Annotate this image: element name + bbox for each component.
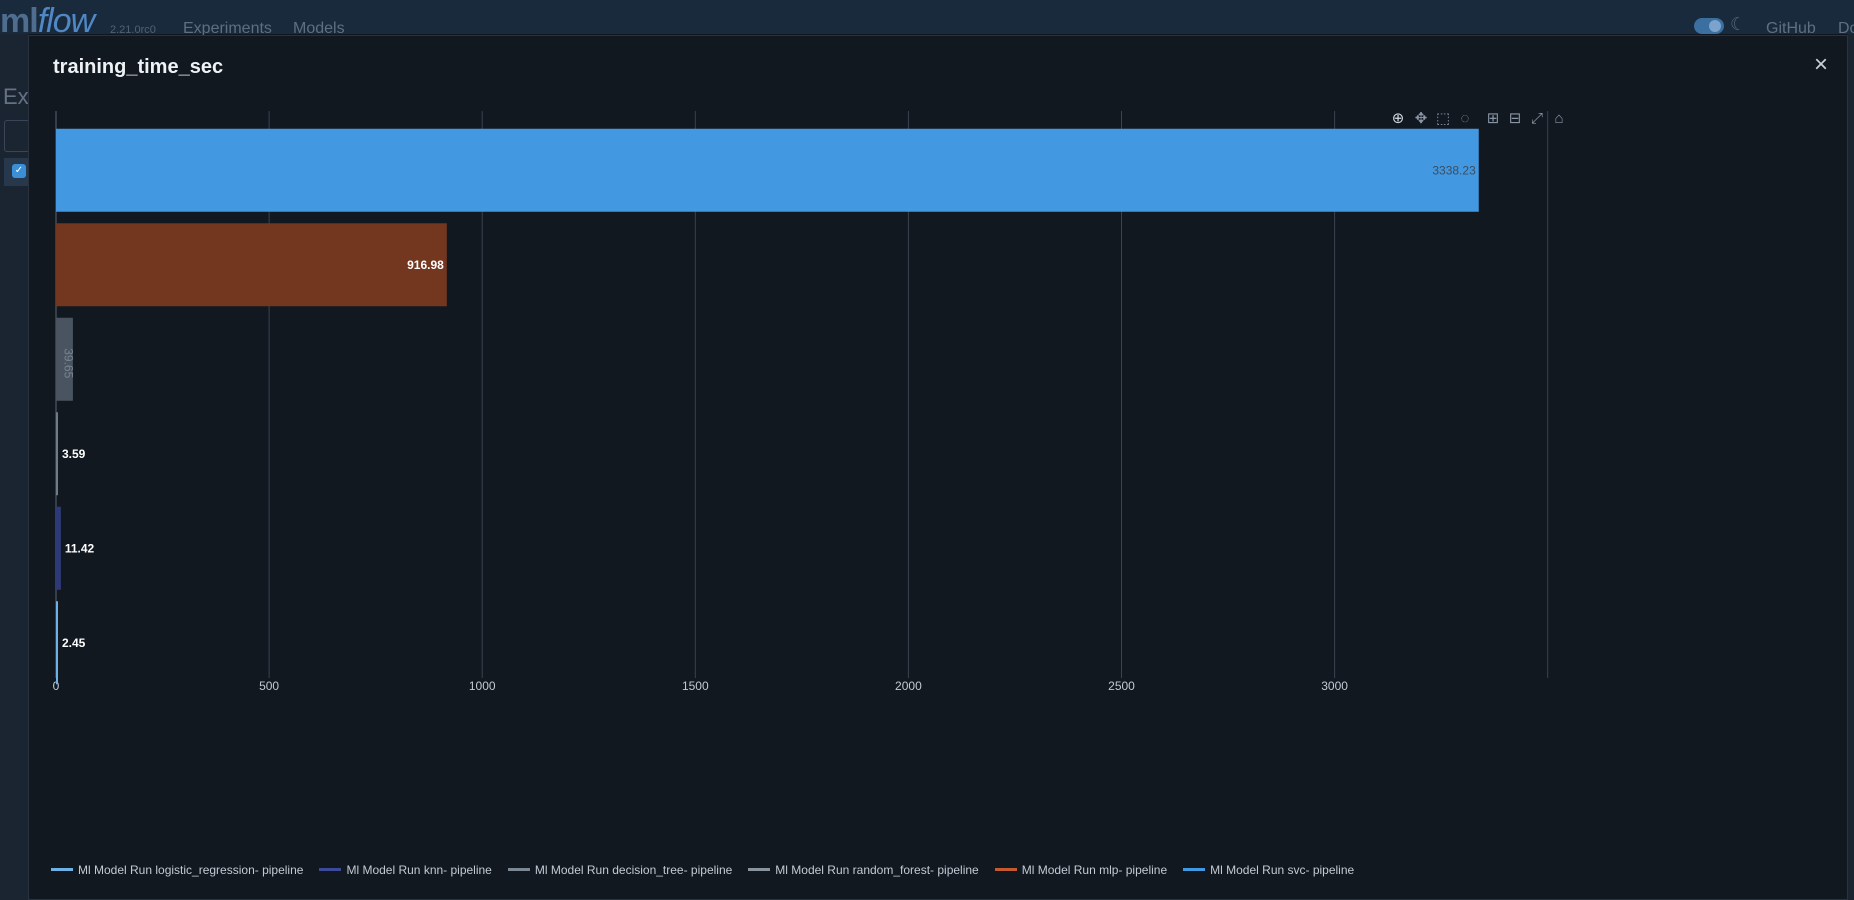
legend-label: Ml Model Run decision_tree- pipeline <box>534 862 733 877</box>
moon-icon: ☾ <box>1730 14 1747 34</box>
bar-value-label: 2.45 <box>62 636 86 650</box>
legend-label: Ml Model Run svc- pipeline <box>1210 862 1355 877</box>
legend-item[interactable]: Ml Model Run knn- pipeline <box>319 862 492 877</box>
legend-item[interactable]: Ml Model Run logistic_regression- pipeli… <box>51 863 303 877</box>
bar-value-label: 3.59 <box>62 447 86 461</box>
x-tick-label: 1500 <box>682 679 709 693</box>
legend-swatch <box>1183 868 1206 871</box>
legend-swatch <box>319 868 342 871</box>
bar[interactable] <box>56 223 447 307</box>
legend-swatch <box>748 868 771 871</box>
legend-label: Ml Model Run logistic_regression- pipeli… <box>78 862 304 877</box>
bar-chart[interactable]: 0 500 1000 1500 2000 2500 30003338.23916.9839.… <box>29 36 1849 836</box>
legend-item[interactable]: Ml Model Run decision_tree- pipeline <box>507 862 733 877</box>
theme-toggle[interactable] <box>1694 18 1724 34</box>
app-header: mlflow 2.21.0rc0 Experiments Models ☾ Gi… <box>0 0 1854 40</box>
legend-item[interactable]: Ml Model Run svc- pipeline <box>1183 863 1354 877</box>
bar[interactable] <box>56 412 58 496</box>
legend-item[interactable]: Ml Model Run random_forest- pipeline <box>748 862 979 877</box>
x-tick-label: 2500 <box>1108 679 1135 693</box>
search-input[interactable] <box>4 120 30 152</box>
checkbox-checked-icon[interactable]: ✓ <box>12 164 26 178</box>
bar[interactable] <box>56 506 61 590</box>
x-tick-label: 1000 <box>469 679 496 693</box>
page-title: Ex <box>3 84 29 109</box>
x-tick-label: 3000 <box>1321 679 1348 693</box>
legend-swatch <box>994 868 1017 871</box>
bar-value-label: 39.65 <box>61 348 75 378</box>
chart-modal: training_time_sec × ⊕ ✥ ⬚ ◌ ⊞ ⊟ ⤢ ⌂ 0 500 1000 150… <box>28 35 1848 900</box>
x-tick-label: 2000 <box>895 679 922 693</box>
legend-label: Ml Model Run random_forest- pipeline <box>775 862 979 877</box>
legend-swatch <box>51 868 73 871</box>
legend-label: Ml Model Run knn- pipeline <box>346 862 492 877</box>
bar[interactable] <box>56 128 1479 212</box>
chart-legend: Ml Model Run logistic_regression- pipeli… <box>51 858 1370 878</box>
x-tick-label: 500 <box>259 679 279 693</box>
bar[interactable] <box>56 601 58 685</box>
legend-swatch <box>507 868 530 871</box>
bar-value-label: 916.98 <box>407 258 444 272</box>
legend-item[interactable]: Ml Model Run mlp- pipeline <box>994 862 1168 877</box>
bar-value-label: 11.42 <box>65 541 95 555</box>
legend-label: Ml Model Run mlp- pipeline <box>1021 862 1168 877</box>
bar-value-label: 3338.23 <box>1432 163 1476 177</box>
